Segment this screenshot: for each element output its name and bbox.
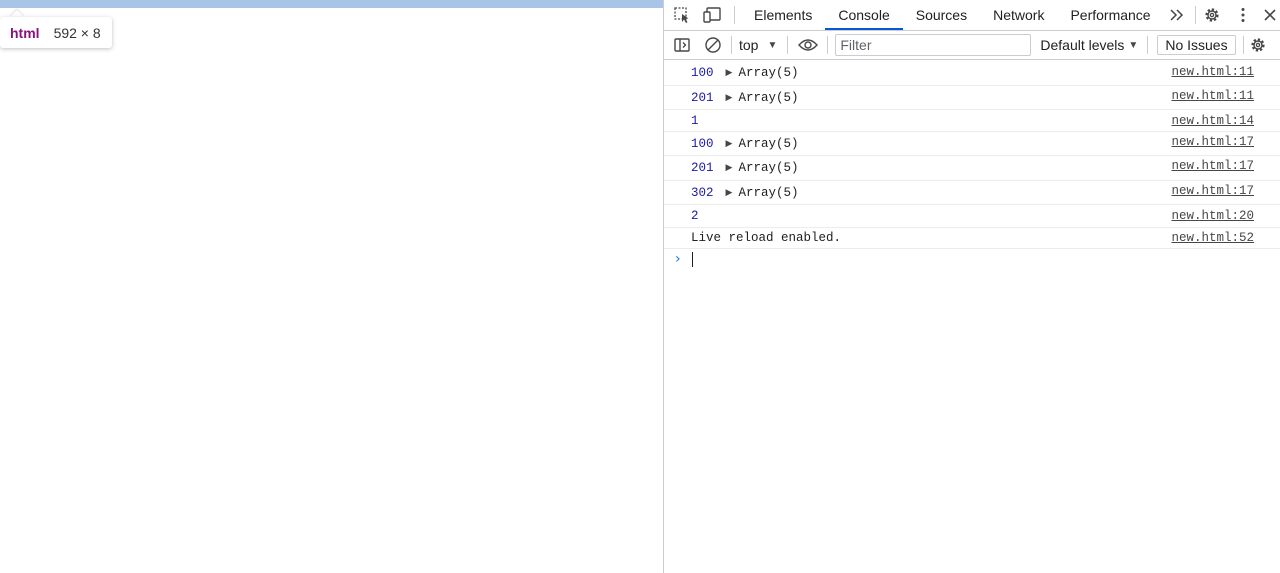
console-row: Live reload enabled. new.html:52	[664, 228, 1280, 249]
toolbar-divider-2	[787, 36, 789, 54]
element-inspect-tooltip: html 592 × 8	[0, 17, 112, 48]
tabbar-divider	[734, 6, 735, 24]
source-link[interactable]: new.html:14	[1171, 114, 1254, 128]
page-viewport: html 592 × 8	[0, 0, 663, 573]
clear-console-icon[interactable]	[702, 34, 724, 56]
log-number: 2	[706, 186, 714, 200]
tab-elements[interactable]: Elements	[741, 0, 825, 30]
log-number: 2	[691, 209, 699, 223]
console-row: 10 0 ▶ Array(5) new.html:17	[664, 132, 1280, 156]
text-cursor	[692, 252, 693, 267]
console-row: 30 2 ▶ Array(5) new.html:17	[664, 181, 1280, 205]
console-message: 10 0 ▶ Array(5)	[691, 137, 798, 151]
tab-console[interactable]: Console	[825, 0, 903, 30]
device-toolbar-icon[interactable]	[702, 4, 724, 26]
console-settings-icon[interactable]	[1247, 34, 1269, 56]
toolbar-divider-5	[1242, 36, 1244, 54]
tab-sources[interactable]: Sources	[903, 0, 980, 30]
source-link[interactable]: new.html:11	[1171, 65, 1254, 79]
toolbar-divider-3	[827, 36, 829, 54]
tabbar-divider-2	[1194, 6, 1196, 24]
tooltip-dimensions: 592 × 8	[53, 24, 101, 41]
issues-button[interactable]: No Issues	[1157, 35, 1236, 55]
log-number: 30	[691, 186, 707, 200]
tab-network[interactable]: Network	[980, 0, 1057, 30]
log-number: 10	[691, 66, 707, 80]
array-preview[interactable]: Array(5)	[738, 161, 798, 175]
toolbar-divider	[731, 36, 732, 54]
console-row: 1 new.html:14	[664, 110, 1280, 132]
caret-down-icon: ▼	[1128, 39, 1139, 51]
log-number: 10	[691, 137, 707, 151]
tab-performance[interactable]: Performance	[1057, 0, 1163, 30]
console-toolbar: top ▼ Default levels ▼ No Issues	[664, 31, 1280, 60]
console-row: 2 new.html:20	[664, 205, 1280, 228]
console-message: 2	[691, 209, 699, 223]
console-row: 20 1 ▶ Array(5) new.html:11	[664, 86, 1280, 110]
sidebar-toggle-icon[interactable]	[671, 34, 693, 56]
log-number: 20	[691, 91, 707, 105]
log-number: 1	[691, 114, 699, 128]
devtools-panel: Elements Console Sources Network Perform…	[663, 0, 1280, 573]
console-filter-input[interactable]	[835, 34, 1032, 56]
log-number: 20	[691, 161, 707, 175]
source-link[interactable]: new.html:17	[1171, 184, 1254, 198]
array-preview[interactable]: Array(5)	[738, 91, 798, 105]
more-tabs-icon[interactable]	[1166, 4, 1188, 26]
live-expression-eye-icon[interactable]	[797, 34, 819, 56]
close-icon[interactable]	[1259, 4, 1280, 26]
log-number: 0	[706, 137, 714, 151]
expand-triangle-icon[interactable]: ▶	[726, 188, 733, 198]
log-number: 1	[706, 91, 714, 105]
tooltip-tag-name: html	[10, 24, 40, 41]
array-preview[interactable]: Array(5)	[738, 66, 798, 80]
log-levels-dropdown[interactable]: Default levels ▼	[1040, 37, 1138, 53]
context-selector[interactable]: top ▼	[739, 37, 777, 53]
settings-icon[interactable]	[1201, 4, 1223, 26]
source-link[interactable]: new.html:17	[1171, 135, 1254, 149]
prompt-chevron-icon: ›	[675, 251, 681, 267]
expand-triangle-icon[interactable]: ▶	[726, 139, 733, 149]
source-link[interactable]: new.html:52	[1171, 231, 1254, 245]
element-highlight-overlay	[0, 0, 663, 8]
context-label: top	[739, 37, 759, 53]
log-number: 1	[706, 161, 714, 175]
caret-down-icon: ▼	[767, 39, 778, 51]
console-message: 20 1 ▶ Array(5)	[691, 161, 798, 175]
expand-triangle-icon[interactable]: ▶	[726, 163, 733, 173]
console-row: 10 0 ▶ Array(5) new.html:11	[664, 61, 1280, 86]
console-message: 20 1 ▶ Array(5)	[691, 91, 798, 105]
array-preview[interactable]: Array(5)	[738, 137, 798, 151]
expand-triangle-icon[interactable]: ▶	[726, 93, 733, 103]
console-message: Live reload enabled.	[691, 231, 842, 245]
source-link[interactable]: new.html:17	[1171, 159, 1254, 173]
devtools-tabbar: Elements Console Sources Network Perform…	[664, 0, 1280, 31]
select-element-icon[interactable]	[671, 4, 693, 26]
console-prompt[interactable]: ›	[664, 248, 1280, 270]
toolbar-divider-4	[1147, 36, 1149, 54]
source-link[interactable]: new.html:11	[1171, 89, 1254, 103]
console-message: 30 2 ▶ Array(5)	[691, 186, 798, 200]
console-message: 10 0 ▶ Array(5)	[691, 66, 798, 80]
kebab-menu-icon[interactable]	[1232, 4, 1254, 26]
log-number: 0	[706, 66, 714, 80]
source-link[interactable]: new.html:20	[1171, 209, 1254, 223]
console-messages: 10 0 ▶ Array(5) new.html:11 20 1 ▶ Array(5) …	[664, 61, 1280, 249]
log-levels-label: Default levels	[1040, 37, 1125, 53]
console-message: 1	[691, 114, 699, 128]
console-row: 20 1 ▶ Array(5) new.html:17	[664, 156, 1280, 181]
array-preview[interactable]: Array(5)	[738, 186, 798, 200]
expand-triangle-icon[interactable]: ▶	[726, 68, 733, 78]
